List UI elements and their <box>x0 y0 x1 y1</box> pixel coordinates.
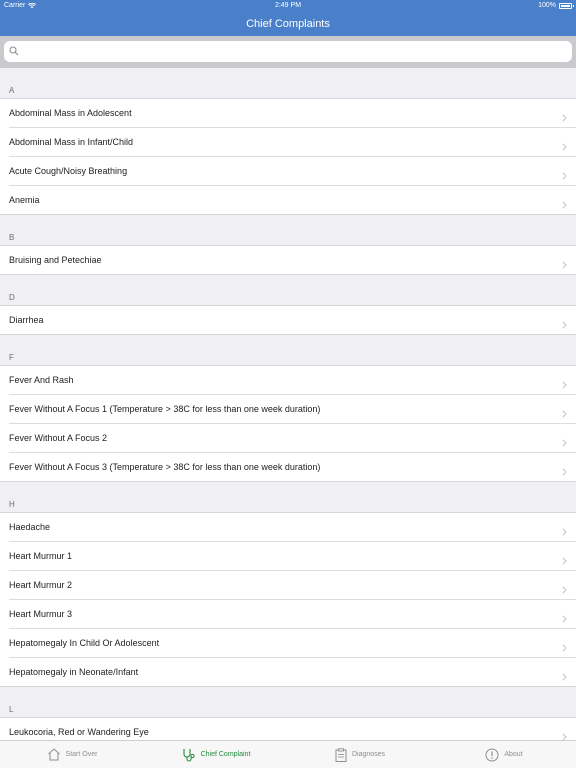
list-item-label: Fever And Rash <box>9 375 74 385</box>
search-field[interactable] <box>4 41 572 62</box>
complaint-list[interactable]: A Abdominal Mass in Adolescent Abdominal M… <box>0 68 576 740</box>
list-item[interactable]: Fever Without A Focus 3 (Temperature > 3… <box>0 453 576 482</box>
search-input[interactable] <box>22 41 562 62</box>
tab-start-over[interactable]: Start Over <box>0 741 144 768</box>
tab-about-label: About <box>504 751 523 758</box>
list-item[interactable]: Haedache <box>0 513 576 542</box>
battery-percent: 100% <box>538 2 556 9</box>
list-item-label: Abdominal Mass in Adolescent <box>9 108 132 118</box>
list-item-label: Fever Without A Focus 1 (Temperature > 3… <box>9 404 321 414</box>
list-item-label: Hepatomegaly in Neonate/Infant <box>9 667 139 677</box>
chevron-right-icon <box>562 405 567 423</box>
list-item-label: Fever Without A Focus 3 (Temperature > 3… <box>9 462 321 472</box>
section-header-h: H <box>0 482 576 513</box>
list-item[interactable]: Hepatomegaly in Neonate/Infant <box>0 658 576 687</box>
tab-chief-complaint[interactable]: Chief Complaint <box>144 741 288 768</box>
list-item[interactable]: Fever Without A Focus 1 (Temperature > 3… <box>0 395 576 424</box>
list-item-label: Heart Murmur 1 <box>9 551 73 561</box>
list-item-label: Haedache <box>9 522 51 532</box>
list-item-label: Diarrhea <box>9 315 44 325</box>
home-icon <box>47 748 60 761</box>
section-letter: H <box>9 500 15 509</box>
chevron-right-icon <box>562 463 567 481</box>
tab-bar: Start Over Chief Complaint Diagnoses Abo… <box>0 740 576 768</box>
list-item[interactable]: Heart Murmur 1 <box>0 542 576 571</box>
section-header-b: B <box>0 215 576 246</box>
tab-diagnoses-label: Diagnoses <box>351 751 386 758</box>
section-letter: F <box>9 353 14 362</box>
list-item[interactable]: Fever Without A Focus 2 <box>0 424 576 453</box>
tab-about[interactable]: About <box>432 741 576 768</box>
list-item[interactable]: Diarrhea <box>0 306 576 335</box>
list-item-label: Heart Murmur 3 <box>9 609 73 619</box>
clipboard-icon <box>335 747 347 762</box>
list-item[interactable]: Abdominal Mass in Infant/Child <box>0 128 576 157</box>
section-header-l: L <box>0 687 576 718</box>
list-item[interactable]: Hepatomegaly In Child Or Adolescent <box>0 629 576 658</box>
chevron-right-icon <box>562 316 567 334</box>
list-item[interactable]: Bruising and Petechiae <box>0 246 576 275</box>
section-header-a: A <box>0 68 576 99</box>
section-letter: L <box>9 705 14 714</box>
section-header-d: D <box>0 275 576 306</box>
chevron-right-icon <box>562 728 567 740</box>
list-item[interactable]: Abdominal Mass in Adolescent <box>0 99 576 128</box>
status-time: 2:49 PM <box>274 2 302 9</box>
list-item-label: Acute Cough/Noisy Breathing <box>9 166 128 176</box>
chevron-right-icon <box>562 376 567 394</box>
list-item-label: Anemia <box>9 195 40 205</box>
chevron-right-icon <box>562 552 567 570</box>
chevron-right-icon <box>562 256 567 274</box>
search-icon <box>9 46 19 56</box>
chevron-right-icon <box>562 138 567 156</box>
chevron-right-icon <box>562 434 567 452</box>
chevron-right-icon <box>562 167 567 185</box>
battery-indicator: 100% <box>538 2 574 9</box>
section-letter: A <box>9 86 15 95</box>
chevron-right-icon <box>562 668 567 686</box>
section-letter: D <box>9 293 15 302</box>
list-item[interactable]: Heart Murmur 3 <box>0 600 576 629</box>
chevron-right-icon <box>562 109 567 127</box>
list-item-label: Abdominal Mass in Infant/Child <box>9 137 134 147</box>
list-item-label: Fever Without A Focus 2 <box>9 433 108 443</box>
list-item-label: Leukocoria, Red or Wandering Eye <box>9 727 149 737</box>
chevron-right-icon <box>562 523 567 541</box>
chevron-right-icon <box>562 610 567 628</box>
list-item-label: Hepatomegaly In Child Or Adolescent <box>9 638 160 648</box>
info-icon <box>485 748 499 761</box>
stethoscope-icon <box>183 748 195 762</box>
chevron-right-icon <box>562 581 567 599</box>
section-header-f: F <box>0 335 576 366</box>
page-title: Chief Complaints <box>246 18 330 30</box>
list-item[interactable]: Anemia <box>0 186 576 215</box>
tab-start-over-label: Start Over <box>65 751 98 758</box>
chevron-right-icon <box>562 639 567 657</box>
list-item-label: Heart Murmur 2 <box>9 580 73 590</box>
navigation-bar: Chief Complaints <box>0 12 576 36</box>
section-letter: B <box>9 233 15 242</box>
list-item[interactable]: Fever And Rash <box>0 366 576 395</box>
list-item[interactable]: Acute Cough/Noisy Breathing <box>0 157 576 186</box>
tab-chief-complaint-label: Chief Complaint <box>200 751 251 758</box>
search-bar <box>0 36 576 68</box>
list-item[interactable]: Heart Murmur 2 <box>0 571 576 600</box>
battery-icon <box>559 2 574 9</box>
status-bar: Carrier 2:49 PM 100% <box>0 0 576 12</box>
chevron-right-icon <box>562 196 567 214</box>
tab-diagnoses[interactable]: Diagnoses <box>288 741 432 768</box>
list-item[interactable]: Leukocoria, Red or Wandering Eye <box>0 718 576 740</box>
list-item-label: Bruising and Petechiae <box>9 255 102 265</box>
